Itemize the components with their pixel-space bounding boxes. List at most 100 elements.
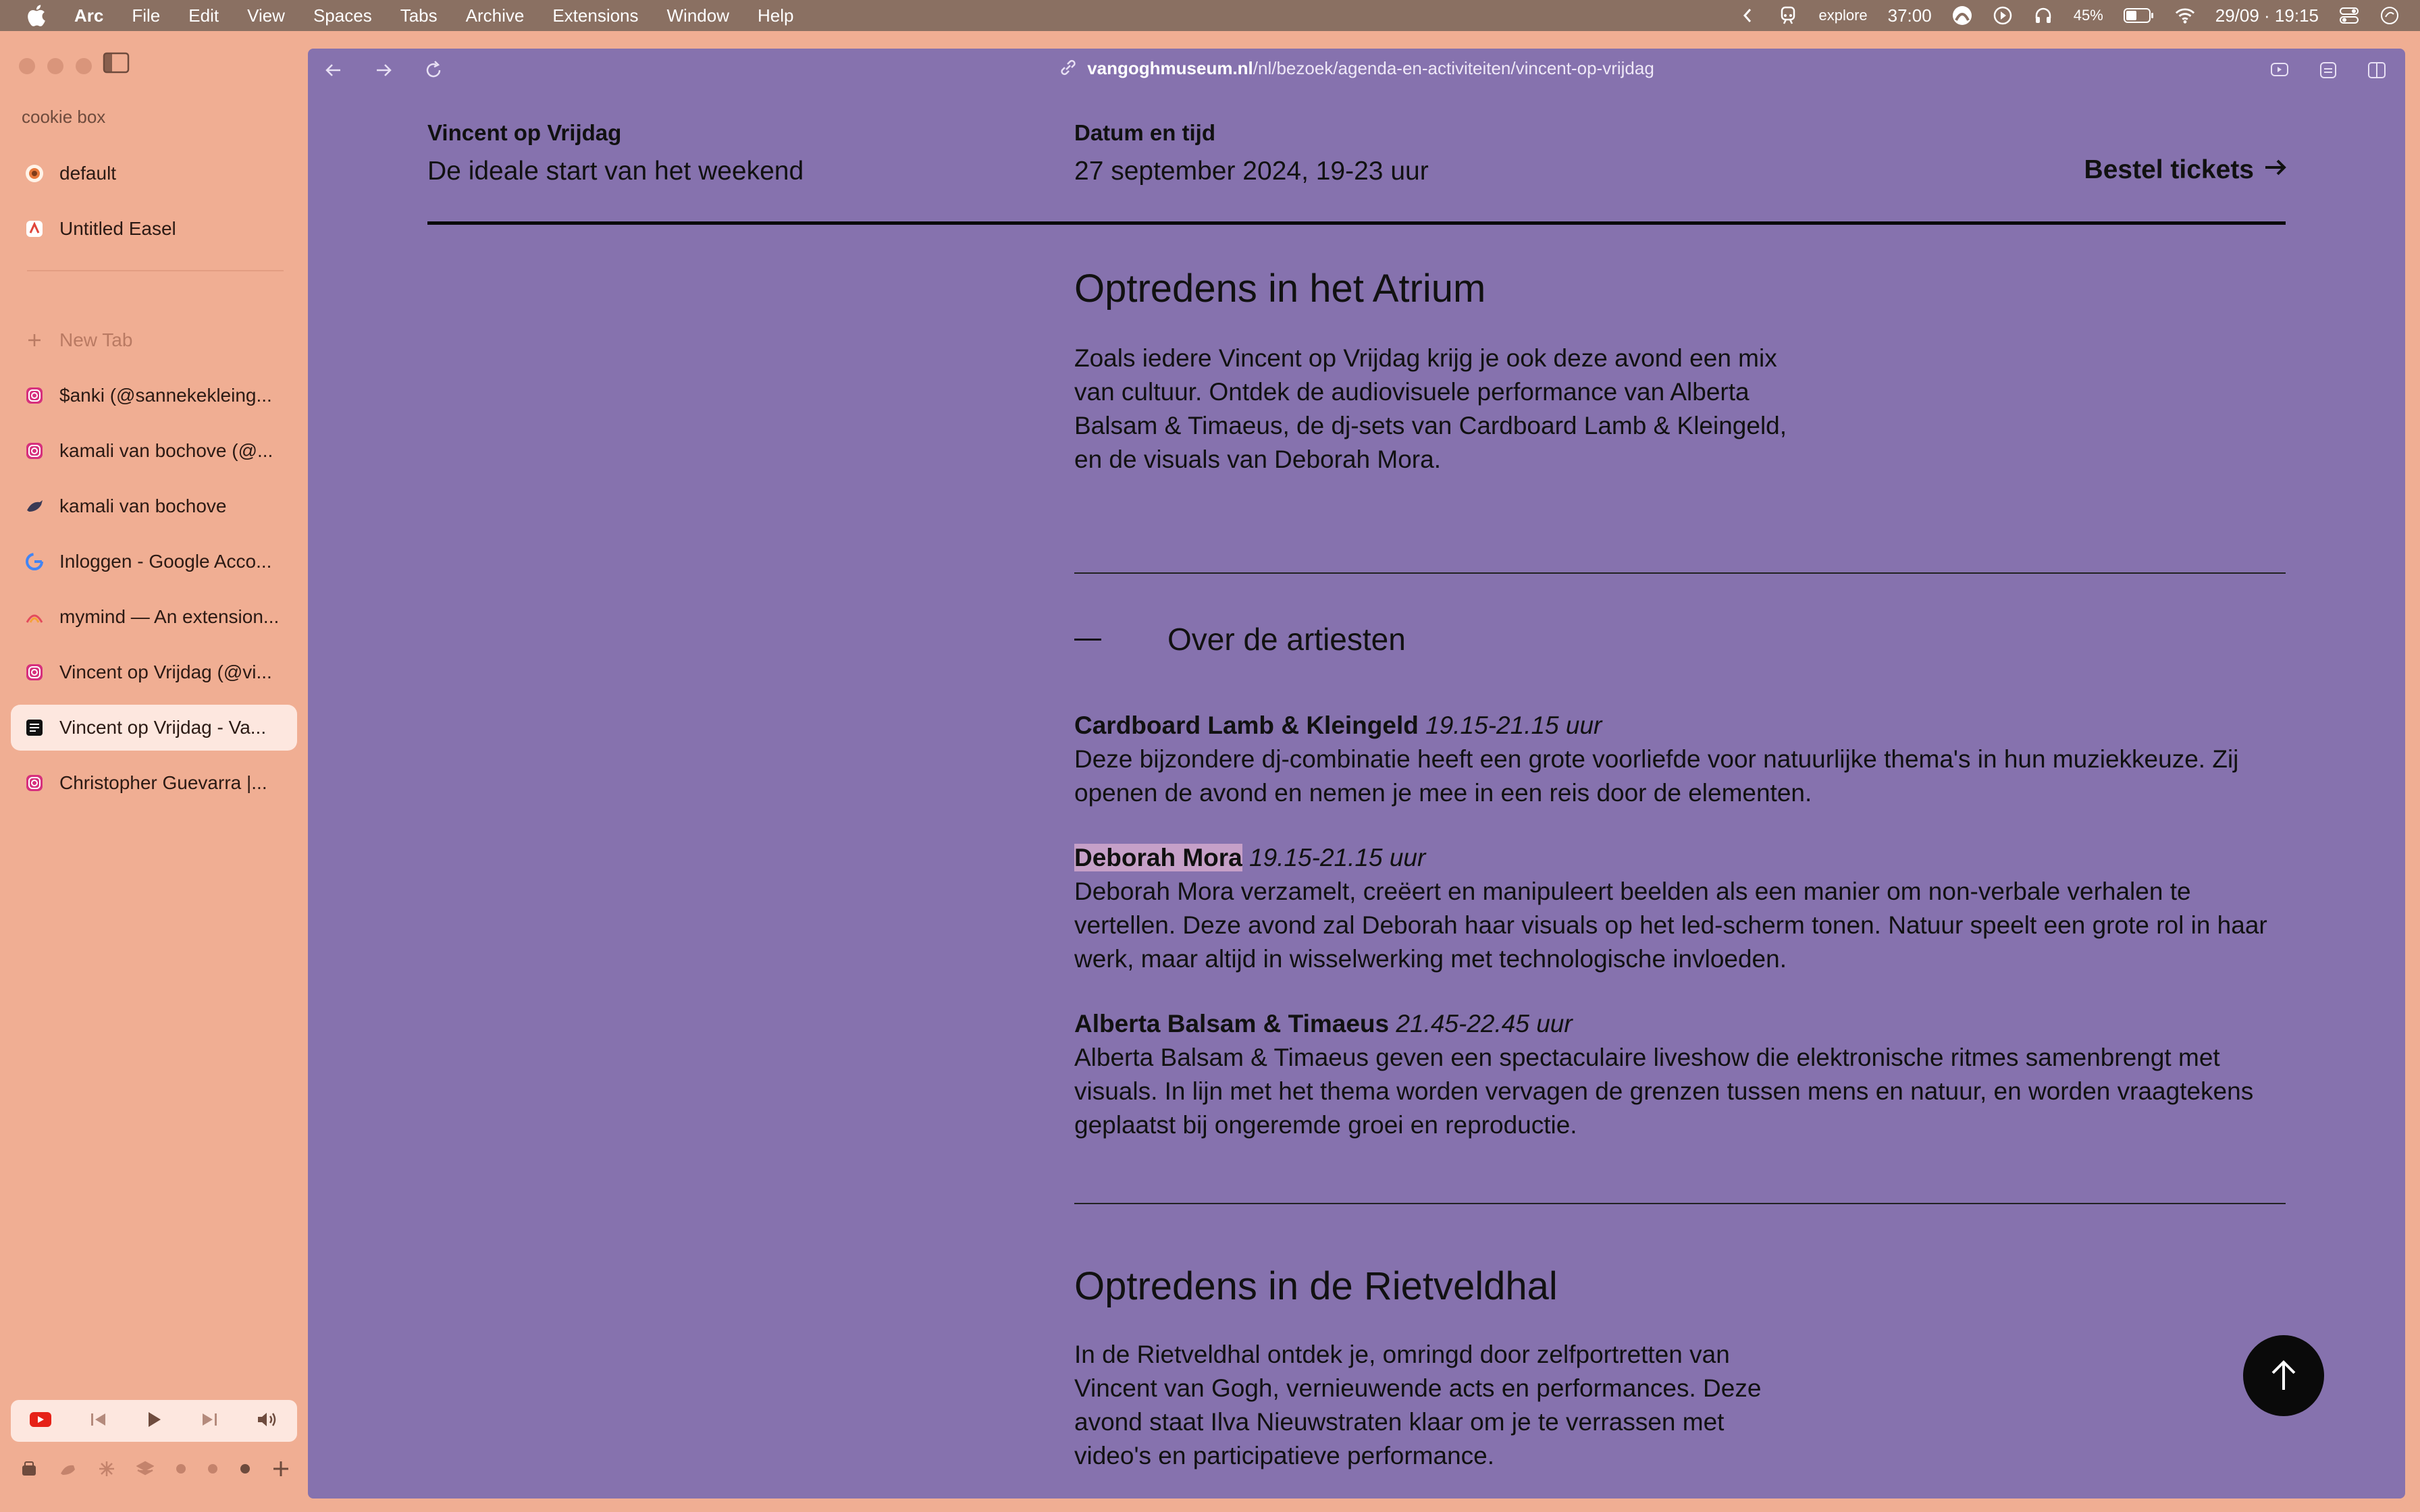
menu-help[interactable]: Help [758,5,793,26]
rietveld-heading: Optredens in de Rietveldhal [1074,1264,1558,1308]
add-space-icon[interactable] [271,1459,290,1482]
space-icon[interactable] [136,1460,155,1481]
menu-view[interactable]: View [247,5,285,26]
youtube-icon[interactable] [29,1411,52,1432]
section-divider [1074,572,2286,574]
battery-percent: 45% [2073,7,2103,24]
artist-time: 21.45-22.45 uur [1396,1010,1573,1037]
tab-item[interactable]: Christopher Guevarra |... [11,760,297,806]
window-controls [19,58,92,74]
menu-extensions[interactable]: Extensions [552,5,638,26]
scroll-to-top-button[interactable] [2243,1335,2324,1416]
siri-icon[interactable] [2379,5,2400,26]
artist-entry: Deborah Mora 19.15-21.15 uur Deborah Mor… [1074,841,2290,976]
apple-icon[interactable] [26,4,46,27]
order-tickets-link[interactable]: Bestel tickets [2084,155,2288,185]
next-track-icon[interactable] [200,1411,219,1432]
space-dot-icon[interactable] [207,1463,218,1478]
menu-app-name[interactable]: Arc [74,5,103,26]
artist-description: Deborah Mora verzamelt, creëert en manip… [1074,878,2267,973]
artists-accordion-toggle[interactable]: Over de artiesten [1074,621,1406,657]
status-text[interactable]: explore [1818,7,1867,24]
timer-text[interactable]: 37:00 [1888,5,1932,26]
sidebar: cookie box default Untitled Easel New Ta… [0,31,308,1512]
pinned-tab-untitled-easel[interactable]: Untitled Easel [11,206,297,252]
chevron-left-icon[interactable] [1737,5,1758,26]
arc-favicon-icon [24,163,45,184]
tab-item[interactable]: kamali van bochove [11,483,297,529]
sidebar-toggle-icon[interactable] [103,51,130,74]
menu-tabs[interactable]: Tabs [400,5,438,26]
space-name[interactable]: cookie box [22,107,105,128]
atrium-heading: Optredens in het Atrium [1074,267,1486,310]
tab-label: kamali van bochove (@... [59,440,273,461]
arrow-right-icon [2263,155,2288,185]
tab-item[interactable]: mymind — An extension... [11,594,297,640]
space-dot-icon[interactable] [176,1463,186,1478]
pinned-tab-default[interactable]: default [11,151,297,196]
play-circle-icon[interactable] [1993,5,2013,26]
mymind-favicon-icon [24,607,45,627]
easel-favicon-icon [24,219,45,239]
tab-item-active[interactable]: Vincent op Vrijdag - Va... [11,705,297,751]
date-label: Datum en tijd [1074,120,1216,145]
web-content: vangoghmuseum.nl/nl/bezoek/agenda-en-act… [308,49,2405,1498]
tab-label: Inloggen - Google Acco... [59,551,272,572]
menu-spaces[interactable]: Spaces [313,5,372,26]
wifi-icon[interactable] [2175,5,2195,26]
space-dot-icon[interactable] [240,1463,251,1478]
tab-label: default [59,163,117,184]
artist-name: Cardboard Lamb & Kleingeld [1074,711,1419,739]
section-divider [1074,1203,2286,1204]
arc-logo-icon[interactable] [1952,5,1972,26]
tab-label: Vincent op Vrijdag - Va... [59,717,267,738]
page: Vincent op Vrijdag De ideale start van h… [308,49,2405,1498]
volume-icon[interactable] [256,1410,279,1432]
new-tab-button[interactable]: New Tab [11,317,297,363]
archive-icon[interactable] [20,1460,38,1481]
battery-icon[interactable] [2123,5,2155,26]
tab-item[interactable]: Vincent op Vrijdag (@vi... [11,649,297,695]
artist-time: 19.15-21.15 uur [1425,711,1602,739]
instagram-favicon-icon [24,441,45,461]
maximize-window-button[interactable] [76,58,92,74]
tab-item[interactable]: kamali van bochove (@... [11,428,297,474]
menu-archive[interactable]: Archive [466,5,525,26]
event-subtitle: De ideale start van het weekend [427,157,804,186]
space-icon[interactable] [98,1460,115,1481]
artist-name-highlighted: Deborah Mora [1074,844,1242,871]
rietveld-text: In de Rietveldhal ontdek je, omringd doo… [1074,1341,1762,1469]
tab-item[interactable]: $anki (@sannekekleing... [11,373,297,418]
event-date: 27 september 2024, 19-23 uur [1074,157,1429,186]
tab-item[interactable]: Inloggen - Google Acco... [11,539,297,585]
close-window-button[interactable] [19,58,35,74]
sidebar-divider [27,270,284,271]
previous-track-icon[interactable] [89,1411,108,1432]
artist-entry: Alberta Balsam & Timaeus 21.45-22.45 uur… [1074,1007,2290,1142]
artist-time: 19.15-21.15 uur [1249,844,1426,871]
instagram-favicon-icon [24,773,45,793]
artist-name: Alberta Balsam & Timaeus [1074,1010,1390,1037]
clock-datetime[interactable]: 29/09 · 19:15 [2215,5,2319,26]
minimize-window-button[interactable] [47,58,63,74]
menu-file[interactable]: File [132,5,160,26]
train-icon[interactable] [1778,5,1798,26]
artists-toggle-label: Over de artiesten [1167,622,1406,657]
tickets-label: Bestel tickets [2084,155,2254,184]
atrium-text: Zoals iedere Vincent op Vrijdag krijg je… [1074,344,1787,473]
play-icon[interactable] [145,1410,163,1432]
media-player [11,1400,297,1442]
tab-label: Untitled Easel [59,218,176,239]
tab-label: mymind — An extension... [59,606,280,627]
artist-description: Alberta Balsam & Timaeus geven een spect… [1074,1044,2254,1139]
menu-window[interactable]: Window [667,5,729,26]
space-icon[interactable] [59,1460,76,1481]
arrow-up-icon [2271,1360,2296,1390]
artist-entry: Cardboard Lamb & Kleingeld 19.15-21.15 u… [1074,709,2290,810]
headphones-icon[interactable] [2033,5,2053,26]
control-center-icon[interactable] [2339,5,2359,26]
tab-label: Vincent op Vrijdag (@vi... [59,662,272,682]
menu-edit[interactable]: Edit [188,5,219,26]
new-tab-label: New Tab [59,329,133,350]
artist-description: Deze bijzondere dj-combinatie heeft een … [1074,745,2239,807]
